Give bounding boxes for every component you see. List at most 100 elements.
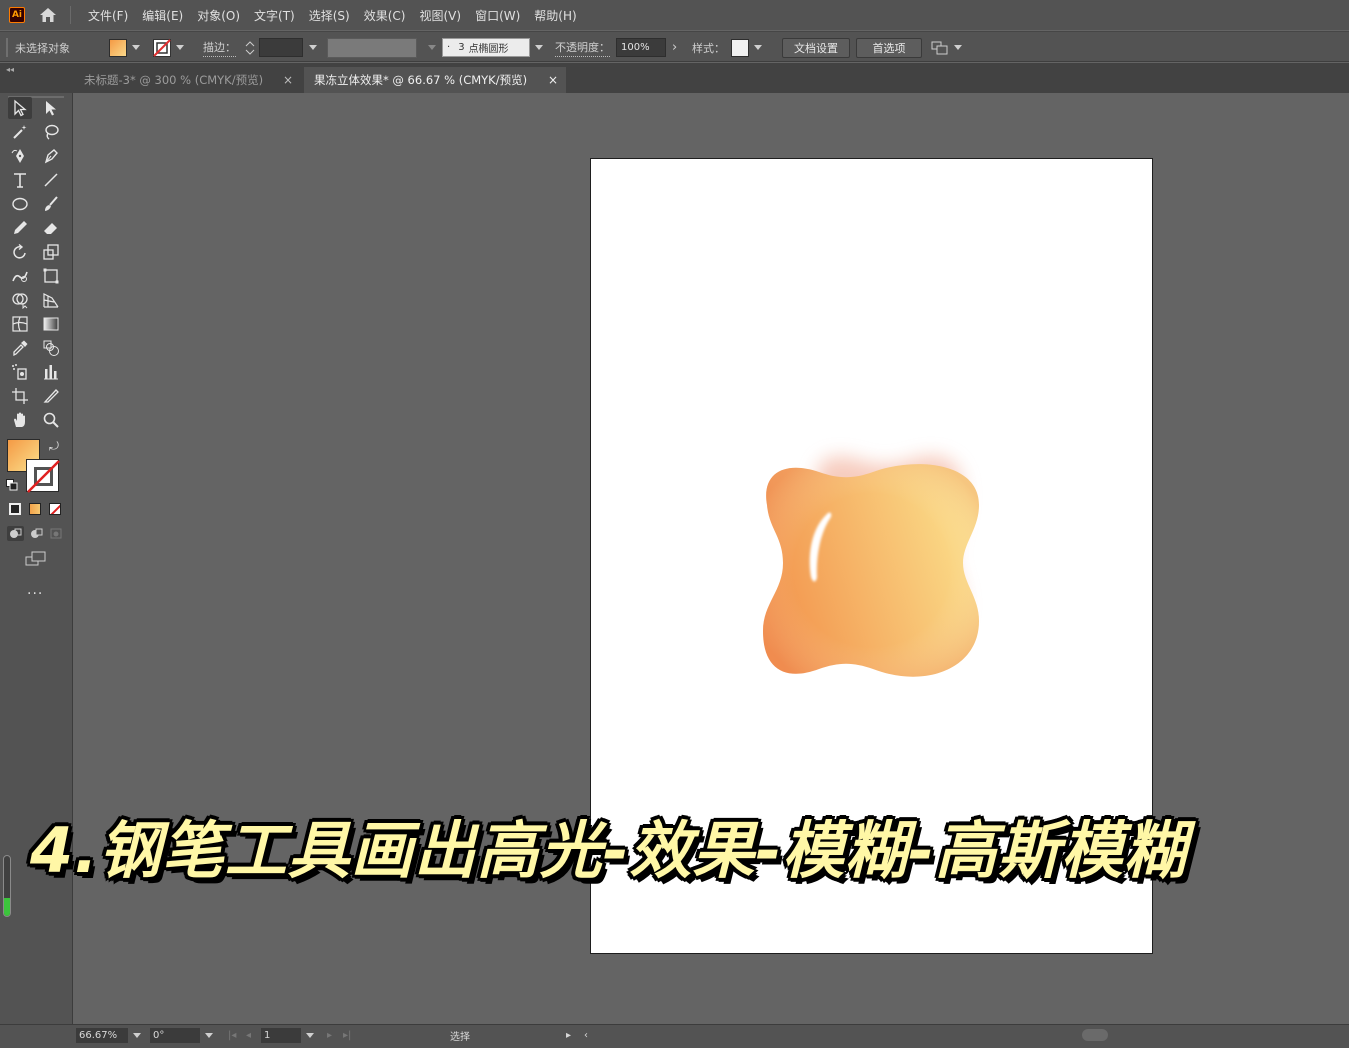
fill-swatch (109, 38, 127, 57)
variable-width-profile[interactable] (327, 38, 417, 58)
zoom-dropdown[interactable]: 66.67% (76, 1027, 146, 1044)
stroke-dropdown[interactable] (153, 38, 184, 57)
chevron-right-icon[interactable]: › (672, 40, 677, 55)
eraser-tool[interactable] (39, 217, 63, 239)
zoom-tool[interactable] (39, 409, 63, 431)
previous-artboard-icon[interactable]: ◂ (246, 1027, 251, 1044)
opacity-control[interactable]: 100% › (616, 38, 677, 57)
chevron-down-icon (535, 45, 543, 50)
scale-tool[interactable] (39, 241, 63, 263)
menu-help[interactable]: 帮助(H) (527, 7, 583, 24)
artboard-tool[interactable] (8, 385, 32, 407)
slice-tool[interactable] (39, 385, 63, 407)
curvature-tool[interactable] (8, 145, 32, 167)
selection-tool[interactable] (8, 97, 32, 119)
rotation-dropdown[interactable]: 0° (150, 1027, 216, 1044)
brush-definition-dropdown[interactable]: · 3 点椭圆形 (442, 38, 543, 57)
artboard-number[interactable]: 1 (261, 1028, 301, 1043)
pen-tool[interactable] (39, 145, 63, 167)
mesh-tool[interactable] (8, 313, 32, 335)
free-transform-tool[interactable] (39, 265, 63, 287)
first-artboard-icon[interactable]: |◂ (228, 1027, 236, 1044)
lasso-tool[interactable] (39, 121, 63, 143)
gradient-mode-button[interactable] (29, 503, 41, 515)
hand-tool[interactable] (8, 409, 32, 431)
eraser-icon (44, 223, 57, 234)
default-fill-stroke-icon[interactable] (6, 479, 18, 491)
document-setup-button[interactable]: 文档设置 (782, 38, 850, 58)
draw-normal-button[interactable] (7, 526, 24, 541)
close-tab-icon[interactable]: × (548, 73, 558, 87)
next-artboard-icon[interactable]: ▸ (327, 1027, 332, 1044)
stroke-label[interactable]: 描边： (203, 38, 236, 57)
tab-untitled-3[interactable]: 未标题-3* @ 300 % (CMYK/预览) × (74, 67, 301, 93)
direct-selection-tool[interactable] (39, 97, 63, 119)
menu-effect[interactable]: 效果(C) (357, 7, 413, 24)
free-transform-icon (43, 268, 59, 284)
horizontal-scrollbar-thumb[interactable] (1082, 1029, 1108, 1041)
menu-file[interactable]: 文件(F) (81, 7, 135, 24)
swap-fill-stroke-icon[interactable]: ⤾ (49, 439, 59, 454)
menu-window[interactable]: 窗口(W) (468, 7, 527, 24)
menu-edit[interactable]: 编辑(E) (135, 7, 190, 24)
profile-dropdown[interactable] (423, 38, 436, 57)
menu-object[interactable]: 对象(O) (190, 7, 247, 24)
stroke-weight-stepper[interactable] (245, 38, 317, 57)
menu-select[interactable]: 选择(S) (302, 7, 357, 24)
scroll-left-icon[interactable]: ‹ (584, 1027, 588, 1044)
brush-definition-field[interactable]: · 3 点椭圆形 (442, 38, 530, 57)
magic-wand-tool[interactable] (8, 121, 32, 143)
menu-view[interactable]: 视图(V) (412, 7, 468, 24)
eyedropper-icon (13, 340, 28, 357)
status-menu-arrow-icon[interactable]: ▸ (566, 1027, 571, 1044)
warp-tool[interactable] (8, 265, 32, 287)
pencil-tool[interactable] (8, 217, 32, 239)
magic-wand-icon (13, 125, 27, 139)
eyedropper-tool[interactable] (8, 337, 32, 359)
column-graph-tool[interactable] (39, 361, 63, 383)
menu-separator (70, 6, 71, 24)
draw-inside-button[interactable] (48, 526, 65, 541)
draw-behind-button[interactable] (28, 526, 45, 541)
symbol-sprayer-tool[interactable] (8, 361, 32, 383)
type-tool[interactable] (8, 169, 32, 191)
gradient-tool[interactable] (39, 313, 63, 335)
line-segment-tool[interactable] (39, 169, 63, 191)
control-bar: 未选择对象 描边： · 3 点椭圆形 不透明度 ： 100% › 样式 ： 文档… (0, 31, 1349, 62)
fill-dropdown[interactable] (109, 38, 140, 57)
stroke-weight-input[interactable] (259, 38, 303, 57)
selection-status: 未选择对象 (15, 41, 70, 55)
collapse-panel-icon[interactable]: ◂◂ (6, 65, 14, 74)
ellipse-tool[interactable] (8, 193, 32, 215)
stroke-color-box[interactable] (26, 459, 60, 493)
artboard-navigator[interactable]: 1 (261, 1027, 319, 1044)
color-mode-button[interactable] (9, 503, 21, 515)
tab-label: 未标题-3* @ 300 % (CMYK/预览) (84, 73, 264, 87)
shape-builder-tool[interactable] (8, 289, 32, 311)
last-artboard-icon[interactable]: ▸| (343, 1027, 351, 1044)
opacity-label[interactable]: 不透明度： (555, 38, 610, 57)
perspective-grid-tool[interactable] (39, 289, 63, 311)
style-dropdown[interactable] (731, 38, 762, 57)
tab-jelly-effect[interactable]: 果冻立体效果* @ 66.67 % (CMYK/预览) × (304, 67, 566, 93)
opacity-label-text: 不透明度 (555, 41, 599, 54)
paintbrush-tool[interactable] (39, 193, 63, 215)
home-icon[interactable] (38, 6, 58, 24)
arrange-documents-dropdown[interactable] (931, 38, 962, 57)
rotation-value[interactable]: 0° (150, 1028, 200, 1043)
paintbrush-icon (45, 196, 58, 211)
blend-tool[interactable] (39, 337, 63, 359)
style-label: 样式： (692, 41, 725, 55)
preferences-button[interactable]: 首选项 (856, 38, 922, 58)
edit-toolbar-icon[interactable]: ... (27, 582, 43, 598)
zoom-value[interactable]: 66.67% (76, 1028, 128, 1043)
tab-label: 果冻立体效果* @ 66.67 % (CMYK/预览) (314, 73, 528, 87)
close-tab-icon[interactable]: × (283, 73, 293, 87)
brush-name: 点椭圆形 (468, 44, 509, 55)
rotate-tool[interactable] (8, 241, 32, 263)
change-screen-mode-button[interactable] (24, 550, 48, 568)
opacity-input[interactable]: 100% (616, 38, 666, 57)
none-mode-button[interactable] (49, 503, 61, 515)
perspective-grid-icon (43, 293, 59, 308)
menu-type[interactable]: 文字(T) (247, 7, 302, 24)
